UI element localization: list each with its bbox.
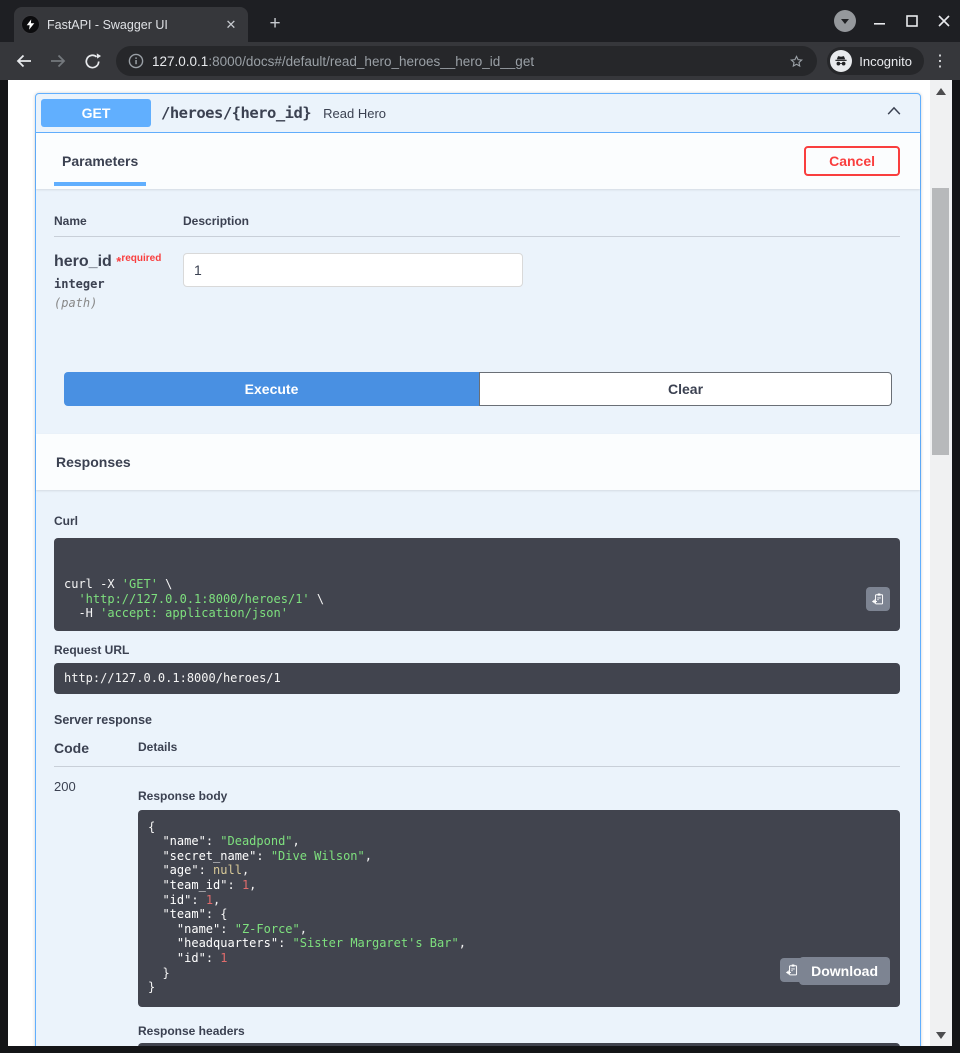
incognito-icon [830,50,852,72]
responses-section-header: Responses [36,434,920,490]
execute-button[interactable]: Execute [64,372,479,406]
http-method-badge: GET [41,99,151,127]
download-button[interactable]: Download [799,957,890,985]
tab-strip: FastAPI - Swagger UI ✕ + [0,0,960,42]
parameter-type: integer [54,277,183,291]
response-table-header: Code Details [54,740,900,767]
response-copy-button[interactable] [780,958,804,982]
parameters-section-header: Parameters Cancel [36,133,920,189]
tab-parameters[interactable]: Parameters [54,136,146,186]
column-header-name: Name [54,214,183,228]
operation-path: /heroes/{hero_id} [161,104,311,122]
cancel-button[interactable]: Cancel [804,146,900,176]
request-url-block: http://127.0.0.1:8000/heroes/1 [54,663,900,694]
page-scrollbar[interactable] [930,80,952,1046]
details-column-header: Details [138,740,177,756]
curl-code-block: curl -X 'GET' \ 'http://127.0.0.1:8000/h… [54,538,900,631]
incognito-badge: Incognito [827,47,924,75]
clear-button[interactable]: Clear [479,372,892,406]
web-page: GET /heroes/{hero_id} Read Hero Paramete… [8,80,952,1046]
browser-menu-icon[interactable]: ⋮ [930,51,950,71]
browser-tab[interactable]: FastAPI - Swagger UI ✕ [14,7,248,42]
parameter-location: (path) [54,296,183,310]
incognito-label: Incognito [859,54,912,69]
code-column-header: Code [54,740,138,756]
status-code: 200 [54,779,138,1046]
tab-close-icon[interactable]: ✕ [222,16,240,34]
execute-button-group: Execute Clear [64,372,892,406]
column-header-description: Description [183,214,249,228]
operation-summary[interactable]: GET /heroes/{hero_id} Read Hero [36,94,920,133]
scroll-up-arrow-icon[interactable] [936,88,946,95]
new-tab-button[interactable]: + [262,12,288,38]
circle-caret-button[interactable] [834,10,856,32]
curl-copy-button[interactable] [866,587,890,611]
close-window-button[interactable] [936,13,952,29]
operation-description: Read Hero [323,106,386,121]
hero-id-input[interactable] [183,253,523,287]
url-text[interactable]: 127.0.0.1:8000/docs#/default/read_hero_h… [152,54,780,69]
maximize-button[interactable] [904,13,920,29]
bookmark-star-icon[interactable] [788,53,805,70]
curl-label: Curl [54,514,78,528]
response-headers-block: content-length: 151content-type: applica… [138,1043,900,1046]
window-controls [834,10,952,32]
responses-title: Responses [56,454,131,470]
request-url-label: Request URL [54,643,900,657]
server-response-label: Server response [54,713,900,727]
browser-toolbar: 127.0.0.1:8000/docs#/default/read_hero_h… [0,42,960,80]
collapse-chevron-icon[interactable] [885,102,903,125]
back-button[interactable] [10,47,38,75]
browser-window: FastAPI - Swagger UI ✕ + [0,0,960,1053]
swagger-content: GET /heroes/{hero_id} Read Hero Paramete… [8,80,930,1046]
scroll-down-arrow-icon[interactable] [936,1032,946,1039]
minimize-button[interactable] [872,13,888,29]
parameter-row: hero_id *required integer (path) [54,237,900,310]
response-body-label: Response body [138,789,227,803]
address-bar[interactable]: 127.0.0.1:8000/docs#/default/read_hero_h… [116,46,817,76]
fastapi-favicon-icon [22,16,39,33]
response-headers-label: Response headers [138,1024,900,1038]
required-label: required [121,253,161,264]
server-response-row: 200 Response body { "name": "Deadpond", … [54,767,900,1046]
scrollbar-thumb[interactable] [932,188,949,455]
parameter-name: hero_id *required [54,253,183,271]
reload-button[interactable] [78,47,106,75]
parameters-table: Name Description hero_id *required integ… [36,189,920,310]
page-info-icon[interactable] [128,53,144,69]
operation-block: GET /heroes/{hero_id} Read Hero Paramete… [35,93,921,1046]
responses-inner: Curl curl -X 'GET' \ 'http://127.0.0.1:8… [36,490,920,1046]
tab-title: FastAPI - Swagger UI [47,18,214,32]
forward-button[interactable] [44,47,72,75]
